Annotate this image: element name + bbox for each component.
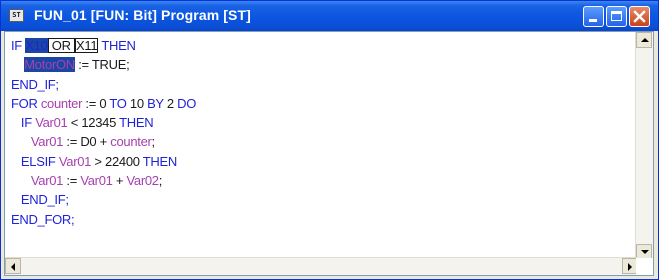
title-bar[interactable]: ST FUN_01 [FUN: Bit] Program [ST] (1, 1, 658, 31)
code-line[interactable]: Var01 := Var01 + Var02; (11, 171, 196, 190)
keyword-token: END_IF; (11, 192, 69, 208)
scroll-up-button[interactable] (636, 32, 652, 48)
vertical-scrollbar[interactable] (635, 32, 653, 260)
keyword-token: THEN (142, 153, 178, 169)
keyword-token: ELSIF (11, 153, 59, 169)
arrow-right-icon (628, 263, 632, 271)
arrow-up-icon (641, 38, 649, 42)
variable-token: Var01 (30, 173, 64, 189)
st-code[interactable]: IF X10 OR X11 THEN MotorON := TRUE; END_I… (11, 36, 196, 229)
keyword-token: IF (11, 115, 36, 131)
close-button[interactable] (629, 6, 650, 27)
keyword-token: TO (109, 95, 127, 111)
horizontal-scrollbar[interactable] (5, 257, 638, 275)
code-line[interactable]: Var01 := D0 + counter; (11, 132, 196, 151)
close-icon (633, 10, 646, 23)
code-token: > 22400 (91, 153, 143, 169)
variable-token: Var01 (80, 173, 113, 189)
keyword-token: END_IF; (11, 76, 59, 92)
code-line[interactable]: IF Var01 < 12345 THEN (11, 113, 196, 132)
code-token: ; (158, 173, 163, 189)
size-grip (636, 258, 653, 275)
keyword-token: THEN (119, 115, 154, 131)
maximize-button[interactable] (606, 6, 627, 27)
code-token: 10 (126, 95, 148, 111)
code-line[interactable]: ELSIF Var01 > 22400 THEN (11, 152, 196, 171)
selected-token: MotorON (24, 57, 75, 73)
boxed-token: X11 (75, 38, 99, 53)
code-line[interactable]: END_IF; (11, 75, 196, 94)
code-editor[interactable]: IF X10 OR X11 THEN MotorON := TRUE; END_I… (5, 32, 638, 260)
code-token: ; (151, 134, 156, 150)
code-token: := (63, 173, 81, 189)
code-token: := TRUE; (74, 57, 130, 73)
variable-token: Var01 (35, 115, 68, 131)
keyword-token: THEN (98, 38, 136, 53)
keyword-token: BY (147, 95, 164, 111)
code-line[interactable]: FOR counter := 0 TO 10 BY 2 DO (11, 94, 196, 113)
variable-token: counter (40, 95, 83, 111)
keyword-token: IF (11, 38, 26, 53)
st-program-icon[interactable]: ST (9, 9, 24, 22)
keyword-token: DO (177, 95, 197, 111)
variable-token: Var01 (30, 134, 64, 150)
code-token: := 0 (82, 95, 110, 111)
code-token: := D0 + (63, 134, 111, 150)
code-token: 2 (163, 95, 178, 111)
minimize-icon (589, 19, 597, 22)
code-token: + (112, 173, 127, 189)
code-line[interactable]: MotorON := TRUE; (11, 55, 196, 74)
arrow-down-icon (641, 250, 649, 254)
code-line[interactable]: END_FOR; (11, 210, 196, 229)
maximize-icon (611, 11, 622, 21)
keyword-token: FOR (11, 95, 41, 111)
keyword-token: END_FOR; (11, 211, 75, 227)
window-title: FUN_01 [FUN: Bit] Program [ST] (34, 7, 251, 23)
program-window: ST FUN_01 [FUN: Bit] Program [ST] IF X10… (0, 0, 659, 280)
variable-token: Var01 (58, 153, 92, 169)
code-line[interactable]: END_IF; (11, 190, 196, 209)
variable-token: Var02 (126, 173, 160, 189)
code-token: < 12345 (67, 115, 120, 131)
code-line[interactable]: IF X10 OR X11 THEN (11, 36, 196, 55)
minimize-button[interactable] (583, 6, 604, 27)
boxed-token: OR (47, 38, 76, 53)
selected-token: X10 (25, 38, 48, 53)
arrow-left-icon (11, 263, 15, 271)
scroll-left-button[interactable] (5, 258, 21, 274)
editor-frame: IF X10 OR X11 THEN MotorON := TRUE; END_I… (4, 31, 654, 276)
variable-token: counter (110, 134, 152, 150)
